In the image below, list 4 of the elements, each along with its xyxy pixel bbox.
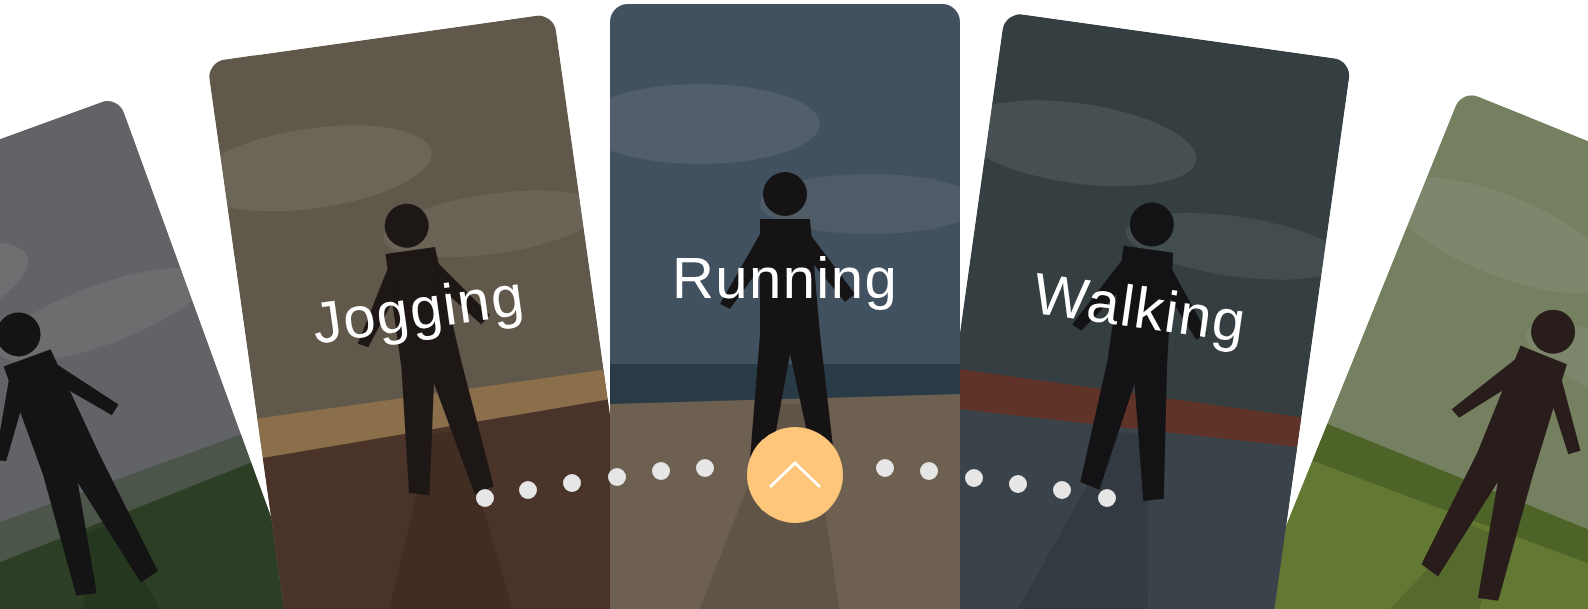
card-title: Jogging — [307, 260, 530, 358]
card-title: Walking — [1028, 259, 1252, 357]
chevron-up-icon — [767, 460, 823, 490]
card-title: Running — [671, 244, 899, 312]
